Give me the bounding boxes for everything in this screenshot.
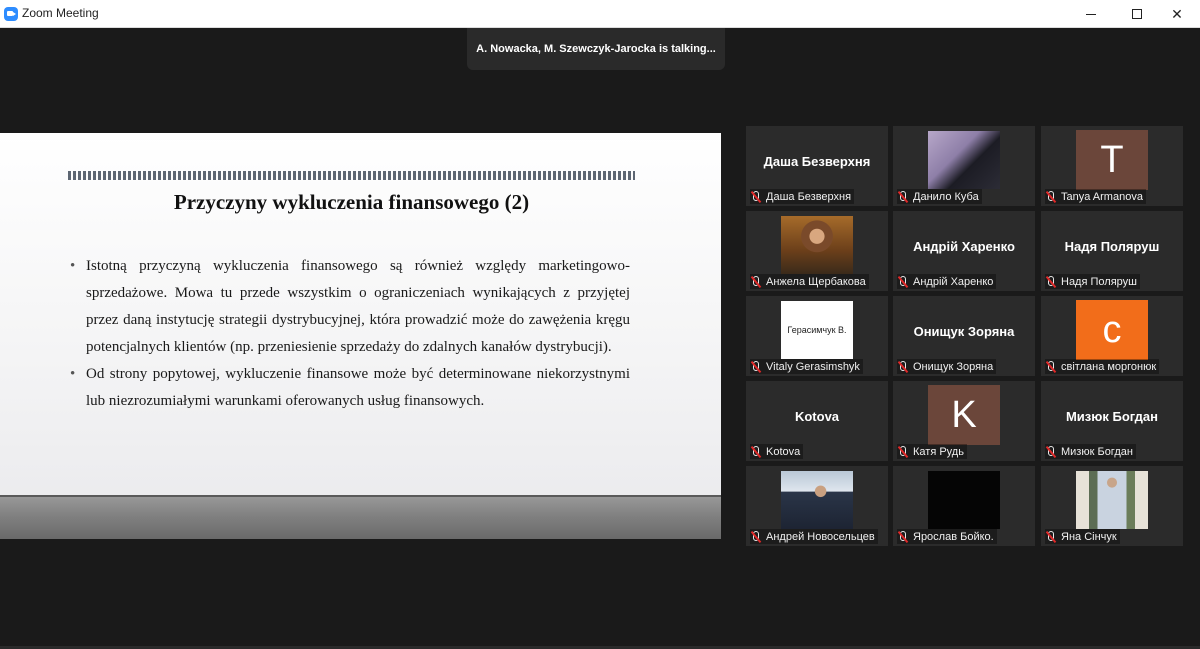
participant-tile[interactable]: Kotova Kotova xyxy=(746,381,888,461)
participant-video-off xyxy=(928,471,1000,529)
slide-title: Przyczyny wykluczenia finansowego (2) xyxy=(173,190,530,214)
participant-tile[interactable]: Надя Поляруш Надя Поляруш xyxy=(1041,211,1183,291)
shared-screen-slide: Przyczyny wykluczenia finansowego (2) Is… xyxy=(0,133,721,539)
participant-name-label: Даша Безверхня xyxy=(750,189,855,204)
muted-microphone-icon xyxy=(897,190,908,203)
participant-name-card: Герасимчук В. xyxy=(781,301,853,359)
muted-microphone-icon xyxy=(1045,275,1056,288)
muted-microphone-icon xyxy=(750,530,761,543)
participant-name: Надя Поляруш xyxy=(1061,275,1137,288)
participant-tile[interactable]: K Катя Рудь xyxy=(893,381,1035,461)
muted-microphone-icon xyxy=(897,275,908,288)
muted-microphone-icon xyxy=(750,275,761,288)
participant-display-name: Kotova xyxy=(794,409,840,424)
participant-display-name: Мизюк Богдан xyxy=(1065,409,1159,424)
person-photo-icon xyxy=(928,131,1000,189)
participant-avatar: с xyxy=(1076,300,1148,360)
close-button[interactable]: ✕ xyxy=(1154,0,1200,28)
slide-body: Istotną przyczyną wykluczenia finansoweg… xyxy=(70,253,630,415)
participant-tile[interactable]: Андрій Харенко Андрій Харенко xyxy=(893,211,1035,291)
minimize-button[interactable] xyxy=(1068,0,1114,28)
muted-microphone-icon xyxy=(1045,360,1056,373)
slide-decoration xyxy=(68,171,635,180)
participant-name-label: Онищук Зоряна xyxy=(897,359,997,374)
participant-name: Данило Куба xyxy=(913,190,979,203)
participant-name-label: Яна Сінчук xyxy=(1045,529,1120,544)
person-photo-icon xyxy=(781,471,853,529)
muted-microphone-icon xyxy=(1045,445,1056,458)
participant-tile[interactable]: Онищук Зоряна Онищук Зоряна xyxy=(893,296,1035,376)
zoom-logo-icon xyxy=(4,7,18,21)
participant-tile[interactable]: Анжела Щербакова xyxy=(746,211,888,291)
participant-display-name: Надя Поляруш xyxy=(1064,239,1160,254)
muted-microphone-icon xyxy=(750,445,761,458)
participant-name-label: Kotova xyxy=(750,444,804,459)
slide-bullet: Istotną przyczyną wykluczenia finansoweg… xyxy=(70,253,630,361)
participant-name-label: Tanya Armanova xyxy=(1045,189,1146,204)
participant-name: Андрій Харенко xyxy=(913,275,994,288)
participant-display-name: Онищук Зоряна xyxy=(913,324,1015,339)
participant-name-label: Анжела Щербакова xyxy=(750,274,869,289)
person-photo-icon xyxy=(1076,471,1148,529)
participant-name: Катя Рудь xyxy=(913,445,964,458)
participant-avatar: T xyxy=(1076,130,1148,190)
participant-tile[interactable]: Даша Безверхня Даша Безверхня xyxy=(746,126,888,206)
participant-tile[interactable]: Мизюк Богдан Мизюк Богдан xyxy=(1041,381,1183,461)
participant-name: Мизюк Богдан xyxy=(1061,445,1133,458)
participant-name-label: світлана моргонюк xyxy=(1045,359,1160,374)
participant-name: світлана моргонюк xyxy=(1061,360,1157,373)
muted-microphone-icon xyxy=(750,190,761,203)
talking-text: A. Nowacka, M. Szewczyk-Jarocka is talki… xyxy=(476,43,716,55)
maximize-icon xyxy=(1132,9,1142,19)
participant-name: Ярослав Бойко. xyxy=(913,530,994,543)
participant-name: Tanya Armanova xyxy=(1061,190,1143,203)
participant-display-name: Даша Безверхня xyxy=(763,154,871,169)
window-titlebar: Zoom Meeting ✕ xyxy=(0,0,1200,28)
slide-floor-decoration xyxy=(0,495,721,539)
muted-microphone-icon xyxy=(897,530,908,543)
participant-display-name: Андрій Харенко xyxy=(913,239,1015,254)
participant-name-label: Андрій Харенко xyxy=(897,274,997,289)
participant-name: Kotova xyxy=(766,445,801,458)
participant-tile[interactable]: Яна Сінчук xyxy=(1041,466,1183,546)
muted-microphone-icon xyxy=(897,360,908,373)
participant-name: Андрей Новосельцев xyxy=(766,530,875,543)
participant-name-label: Андрей Новосельцев xyxy=(750,529,878,544)
participant-tile[interactable]: Герасимчук В. Vitaly Gerasimshyk xyxy=(746,296,888,376)
muted-microphone-icon xyxy=(1045,530,1056,543)
person-photo-icon xyxy=(781,216,853,274)
participant-name: Vitaly Gerasimshyk xyxy=(766,360,860,373)
participant-name: Даша Безверхня xyxy=(766,190,852,203)
participant-name-label: Ярослав Бойко. xyxy=(897,529,997,544)
participant-name: Анжела Щербакова xyxy=(766,275,866,288)
participant-name-label: Катя Рудь xyxy=(897,444,967,459)
participant-name-label: Vitaly Gerasimshyk xyxy=(750,359,863,374)
talking-indicator: A. Nowacka, M. Szewczyk-Jarocka is talki… xyxy=(467,28,725,70)
window-title: Zoom Meeting xyxy=(22,6,99,20)
participant-name: Яна Сінчук xyxy=(1061,530,1117,543)
muted-microphone-icon xyxy=(897,445,908,458)
participant-tile[interactable]: T Tanya Armanova xyxy=(1041,126,1183,206)
participant-name-label: Мизюк Богдан xyxy=(1045,444,1136,459)
participant-name: Онищук Зоряна xyxy=(913,360,994,373)
participant-tile[interactable]: Ярослав Бойко. xyxy=(893,466,1035,546)
close-icon: ✕ xyxy=(1171,5,1183,22)
muted-microphone-icon xyxy=(750,360,761,373)
muted-microphone-icon xyxy=(1045,190,1056,203)
participant-avatar: K xyxy=(928,385,1000,445)
slide-bullet: Od strony popytowej, wykluczenie finanso… xyxy=(70,361,630,415)
participant-name-label: Данило Куба xyxy=(897,189,982,204)
participant-name-label: Надя Поляруш xyxy=(1045,274,1140,289)
minimize-icon xyxy=(1086,13,1096,15)
participant-tile[interactable]: Андрей Новосельцев xyxy=(746,466,888,546)
participant-tile[interactable]: с світлана моргонюк xyxy=(1041,296,1183,376)
participant-tile[interactable]: Данило Куба xyxy=(893,126,1035,206)
